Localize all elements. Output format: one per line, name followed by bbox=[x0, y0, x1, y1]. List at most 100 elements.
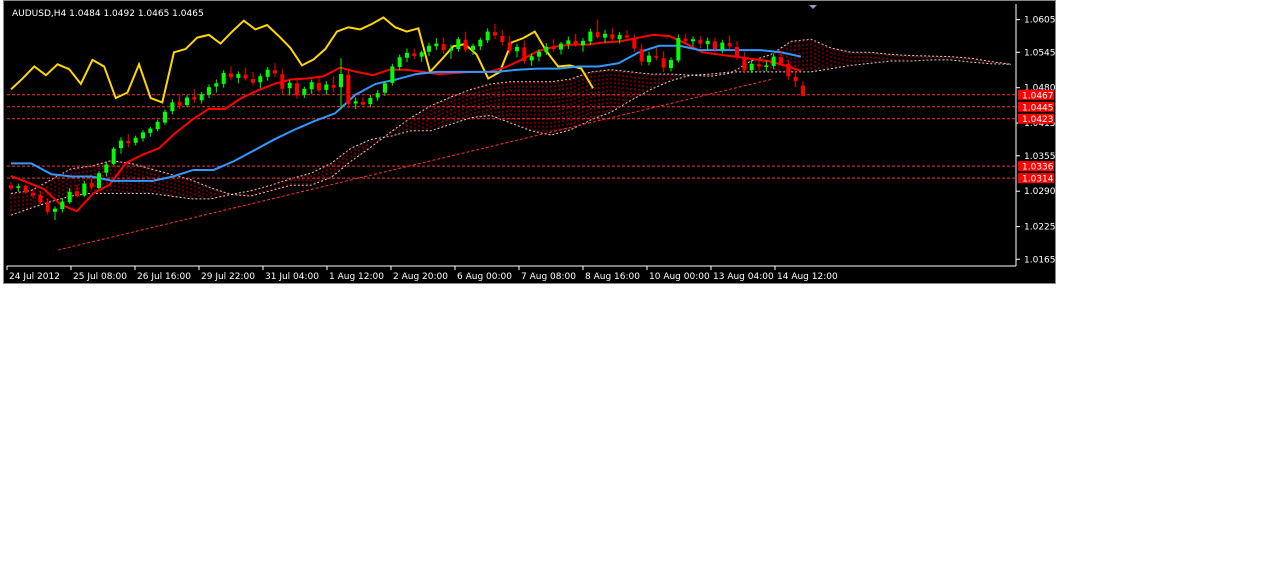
price-tick-label: 1.0225 bbox=[1024, 223, 1056, 233]
candle-body bbox=[148, 128, 153, 133]
candle-body bbox=[485, 31, 490, 41]
candle-body bbox=[97, 173, 101, 188]
candle-body bbox=[639, 49, 644, 62]
candle-body bbox=[793, 76, 798, 82]
level-price-label: 1.0314 bbox=[1022, 175, 1054, 185]
candle-body bbox=[126, 141, 131, 144]
level-price-label: 1.0336 bbox=[1022, 163, 1054, 173]
candle-body bbox=[610, 34, 615, 39]
candle-body bbox=[23, 185, 28, 193]
candle-body bbox=[273, 70, 277, 74]
candle-body bbox=[280, 74, 285, 89]
chart-window[interactable]: 1.0605 1.0545 1.0480 1.0415 1.0355 1.0290 1.02… bbox=[3, 0, 1056, 284]
candle-body bbox=[603, 33, 607, 38]
candle bbox=[111, 147, 116, 166]
candle-body bbox=[75, 191, 79, 197]
candle-body bbox=[625, 35, 629, 38]
candle-body bbox=[617, 34, 622, 40]
candle-body bbox=[16, 186, 21, 188]
time-tick-label: 6 Aug 00:00 bbox=[457, 272, 512, 282]
candle-body bbox=[331, 84, 336, 88]
candle-body bbox=[221, 72, 226, 84]
candle-body bbox=[38, 195, 43, 203]
candle-body bbox=[339, 74, 343, 88]
candle-body bbox=[727, 43, 732, 47]
candle-body bbox=[287, 82, 292, 89]
candle-body bbox=[412, 53, 417, 57]
candle bbox=[97, 171, 101, 190]
candle-body bbox=[229, 73, 233, 78]
candle-body bbox=[801, 85, 805, 96]
candle-body bbox=[60, 201, 65, 210]
candle-body bbox=[397, 57, 402, 68]
candle-body bbox=[427, 45, 431, 52]
candle-body bbox=[9, 185, 13, 189]
candle-body bbox=[45, 202, 50, 212]
price-tick-label: 1.0605 bbox=[1024, 16, 1056, 26]
time-tick-label: 31 Jul 04:00 bbox=[265, 272, 319, 282]
price-tick-label: 1.0290 bbox=[1024, 187, 1056, 197]
candle-body bbox=[177, 101, 182, 106]
candle-body bbox=[471, 45, 475, 51]
time-tick-label: 24 Jul 2012 bbox=[9, 272, 60, 282]
candle-body bbox=[258, 76, 263, 83]
candle-body bbox=[786, 63, 791, 77]
candle-body bbox=[595, 32, 600, 38]
candle-body bbox=[368, 98, 373, 105]
candle-body bbox=[566, 40, 571, 45]
candle-body bbox=[317, 82, 321, 91]
candle-body bbox=[104, 164, 109, 173]
time-tick-label: 2 Aug 20:00 bbox=[393, 272, 448, 282]
candle-body bbox=[53, 208, 57, 212]
candle-body bbox=[691, 39, 695, 42]
candle-body bbox=[361, 101, 365, 105]
candle-body bbox=[559, 43, 563, 50]
candle-body bbox=[199, 94, 204, 101]
candle-body bbox=[654, 56, 659, 58]
candle-body bbox=[309, 82, 314, 90]
candle bbox=[676, 34, 681, 63]
candle-body bbox=[390, 66, 395, 83]
time-tick-label: 26 Jul 16:00 bbox=[137, 272, 191, 282]
candle-body bbox=[383, 83, 387, 93]
candle-body bbox=[588, 31, 593, 42]
candle-body bbox=[82, 183, 87, 196]
candle-body bbox=[31, 192, 35, 196]
candle-body bbox=[537, 51, 541, 57]
candle-body bbox=[698, 39, 703, 44]
level-price-label: 1.0467 bbox=[1022, 91, 1054, 101]
candle-body bbox=[214, 83, 219, 87]
candle-body bbox=[771, 56, 776, 66]
price-tick-label: 1.0545 bbox=[1024, 48, 1056, 58]
time-tick-label: 10 Aug 00:00 bbox=[649, 272, 710, 282]
candle-body bbox=[647, 55, 651, 63]
time-tick-label: 29 Jul 22:00 bbox=[201, 272, 255, 282]
candle-body bbox=[324, 84, 329, 90]
candle-body bbox=[661, 58, 666, 68]
candle-body bbox=[735, 46, 739, 58]
candle-body bbox=[529, 56, 534, 61]
candle-body bbox=[67, 191, 72, 203]
candle-body bbox=[742, 57, 747, 70]
time-tick-label: 7 Aug 08:00 bbox=[521, 272, 576, 282]
level-price-label: 1.0445 bbox=[1022, 103, 1054, 113]
candle-body bbox=[463, 39, 468, 50]
chart-title: AUDUSD,H4 1.0484 1.0492 1.0465 1.0465 bbox=[12, 9, 204, 19]
candle-body bbox=[757, 64, 761, 67]
price-chart[interactable]: 1.06051.05451.04801.04151.03551.02901.02… bbox=[3, 0, 1056, 284]
candle-body bbox=[522, 47, 527, 62]
candle-body bbox=[185, 97, 189, 106]
candle-body bbox=[89, 183, 94, 188]
time-tick-label: 14 Aug 12:00 bbox=[777, 272, 838, 282]
candle-body bbox=[302, 88, 307, 95]
candle-body bbox=[544, 46, 549, 53]
candle-body bbox=[192, 96, 197, 100]
candle-body bbox=[573, 40, 578, 45]
candle-body bbox=[419, 52, 424, 57]
candle-body bbox=[155, 122, 160, 130]
time-tick-label: 8 Aug 16:00 bbox=[585, 272, 640, 282]
candle-body bbox=[764, 65, 769, 68]
candle-body bbox=[749, 63, 754, 71]
candle-body bbox=[346, 74, 351, 105]
candle-body bbox=[456, 39, 461, 50]
